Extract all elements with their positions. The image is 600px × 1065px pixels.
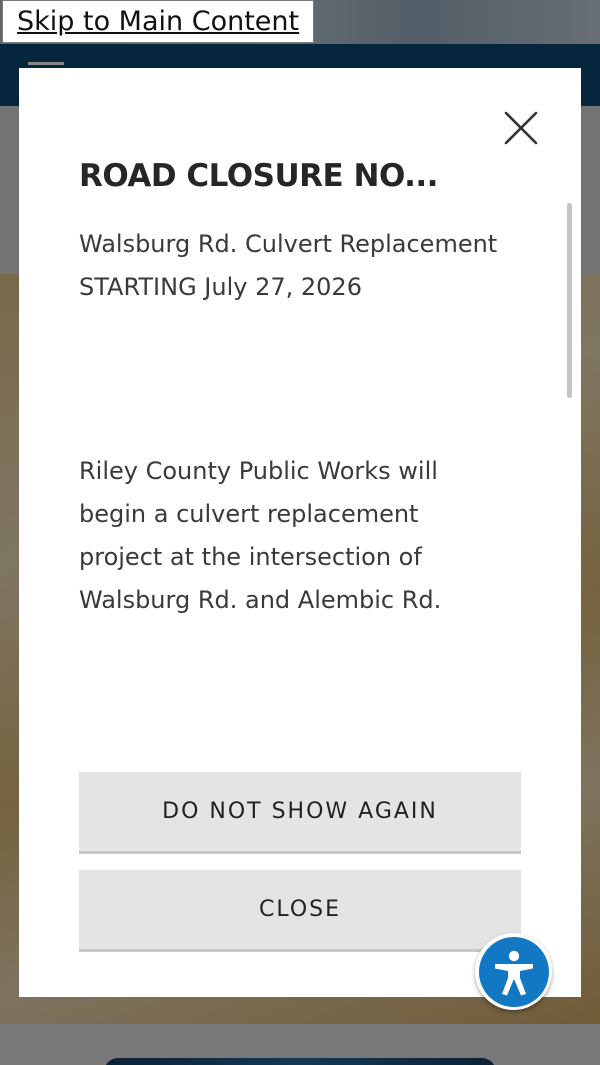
modal-title: ROAD CLOSURE NO... [79, 158, 438, 194]
do-not-show-again-button[interactable]: DO NOT SHOW AGAIN [79, 772, 521, 854]
close-button[interactable]: CLOSE [79, 870, 521, 952]
notice-paragraph: Riley County Public Works will begin a c… [79, 457, 442, 614]
road-closure-modal: ROAD CLOSURE NO... Walsburg Rd. Culvert … [19, 68, 581, 997]
close-icon[interactable] [502, 109, 540, 147]
accessibility-icon [478, 936, 549, 1007]
notice-headline: Walsburg Rd. Culvert Replacement STARTIN… [79, 230, 498, 301]
skip-to-main-content-link[interactable]: Skip to Main Content [2, 0, 315, 43]
modal-body: Walsburg Rd. Culvert Replacement STARTIN… [79, 223, 539, 753]
accessibility-widget-button[interactable] [475, 933, 552, 1010]
modal-scrollbar[interactable] [567, 203, 572, 398]
